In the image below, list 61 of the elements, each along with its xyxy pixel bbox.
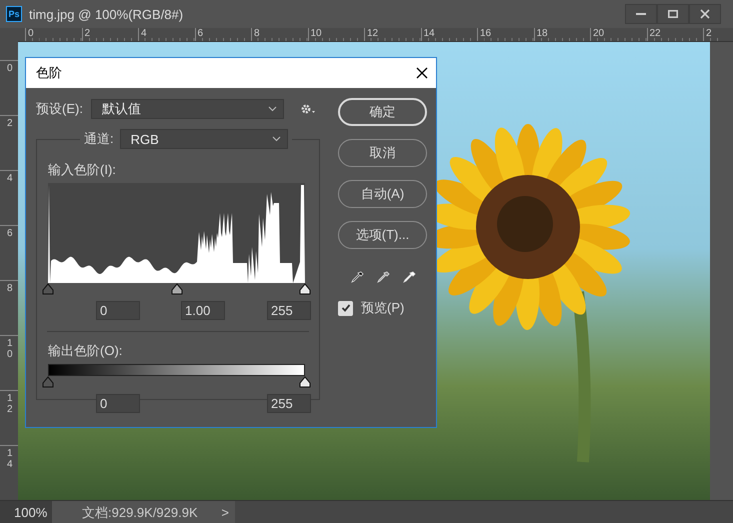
ruler-label: 16 xyxy=(480,28,492,39)
channel-dropdown[interactable]: RGB xyxy=(120,129,288,149)
eyedropper-icon[interactable] xyxy=(348,270,364,286)
preview-label: 预览(P) xyxy=(361,299,404,317)
ruler-label: 14 xyxy=(424,28,435,39)
preview-checkbox[interactable] xyxy=(338,300,353,316)
document-title: timg.jpg @ 100%(RGB/8#) xyxy=(29,6,184,22)
ruler-label: 10 xyxy=(310,28,322,39)
level-input-field[interactable]: 255 xyxy=(267,301,311,320)
ruler-label: 2 xyxy=(84,28,90,39)
chevron-down-icon xyxy=(268,106,277,112)
slider-handle[interactable] xyxy=(42,283,54,295)
output-levels-label: 输出色阶(O): xyxy=(48,342,122,360)
level-input-field[interactable]: 0 xyxy=(96,394,140,413)
preset-dropdown[interactable]: 默认值 xyxy=(90,99,284,119)
expand-arrow[interactable]: > xyxy=(221,505,229,520)
level-input-field[interactable]: 0 xyxy=(96,301,140,320)
dialog-title: 色阶 xyxy=(36,64,62,82)
chevron-down-icon xyxy=(272,136,281,142)
ruler-label: 14 xyxy=(7,448,13,470)
document-size: 文档:929.9K/929.9K xyxy=(82,504,198,522)
gear-icon[interactable] xyxy=(300,103,316,115)
ok-button[interactable]: 确定 xyxy=(338,98,427,126)
maximize-button[interactable] xyxy=(657,4,689,24)
preset-label: 预设(E): xyxy=(36,100,83,118)
zoom-level: 100% xyxy=(0,501,52,523)
app-logo: Ps xyxy=(6,6,22,22)
checkmark-icon xyxy=(340,303,350,313)
slider-handle[interactable] xyxy=(299,376,311,388)
maximize-icon xyxy=(668,10,678,18)
ruler-label: 0 xyxy=(28,28,34,39)
ruler-label: 6 xyxy=(198,28,204,39)
dialog-button[interactable]: 自动(A) xyxy=(338,180,427,208)
level-input-field[interactable]: 255 xyxy=(267,394,311,413)
ruler-label: 4 xyxy=(7,173,13,184)
ruler-label: 18 xyxy=(536,28,548,39)
eyedropper-icon[interactable] xyxy=(400,270,416,286)
ruler-label: 2 xyxy=(706,28,712,39)
ruler-label: 8 xyxy=(254,28,260,39)
slider-handle[interactable] xyxy=(42,376,54,388)
close-icon xyxy=(700,9,710,19)
ruler-label: 8 xyxy=(7,283,13,294)
minimize-icon xyxy=(636,13,646,15)
level-input-field[interactable]: 1.00 xyxy=(181,301,225,320)
ruler-label: 12 xyxy=(367,28,378,39)
dialog-button[interactable]: 选项(T)... xyxy=(338,221,427,249)
close-icon[interactable] xyxy=(416,67,428,79)
ruler-label: 4 xyxy=(141,28,147,39)
ruler-label: 22 xyxy=(650,28,661,39)
ruler-label: 12 xyxy=(7,393,13,415)
input-levels-label: 输入色阶(I): xyxy=(48,161,116,179)
close-button[interactable] xyxy=(689,4,721,24)
channel-label: 通道: xyxy=(84,130,114,148)
ruler-label: 10 xyxy=(7,338,13,360)
minimize-button[interactable] xyxy=(625,4,657,24)
slider-handle[interactable] xyxy=(299,283,311,295)
dialog-button[interactable]: 取消 xyxy=(338,139,427,167)
ruler-label: 20 xyxy=(593,28,604,39)
ruler-label: 0 xyxy=(7,63,13,74)
ruler-label: 2 xyxy=(7,118,13,129)
ruler-label: 6 xyxy=(7,228,13,239)
